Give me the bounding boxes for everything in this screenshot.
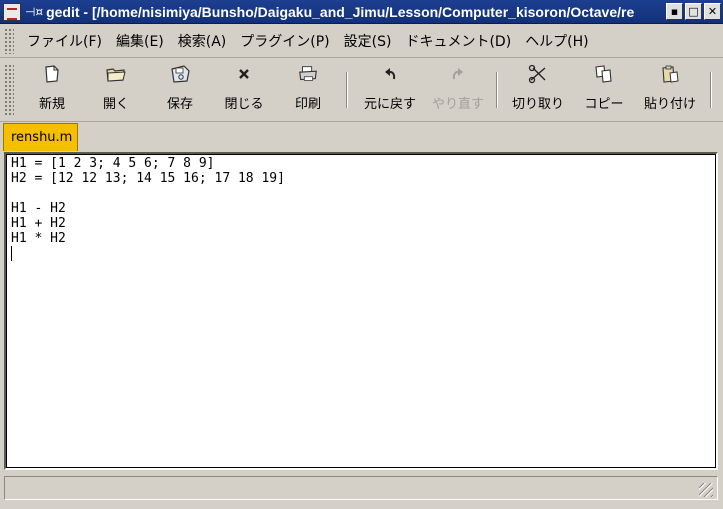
menu-plugins[interactable]: プラグイン(P) — [233, 31, 336, 51]
cut-label: 切り取り — [511, 96, 564, 112]
print-label: 印刷 — [294, 96, 321, 112]
save-label: 保存 — [166, 96, 193, 112]
toolbar-grip-handle[interactable] — [4, 63, 14, 116]
save-button[interactable]: 保存 — [148, 62, 212, 118]
toolbar-separator — [346, 71, 348, 108]
redo-label: やり直す — [431, 96, 484, 112]
copy-icon — [593, 63, 615, 85]
text-cursor — [11, 246, 12, 261]
close-label: 閉じる — [224, 96, 264, 112]
document-tab-bar: renshu.m — [0, 122, 723, 152]
maximize-button[interactable]: □ — [685, 3, 702, 20]
code-line: H1 * H2 — [11, 231, 66, 246]
cut-button[interactable]: 切り取り — [504, 62, 572, 118]
redo-button[interactable]: やり直す — [426, 62, 490, 118]
menu-help[interactable]: ヘルプ(H) — [518, 31, 595, 51]
new-button[interactable]: 新規 — [20, 62, 84, 118]
toolbar-separator — [710, 71, 712, 108]
menu-edit[interactable]: 編集(E) — [109, 31, 171, 51]
undo-button[interactable]: 元に戻す — [354, 62, 426, 118]
text-editor[interactable]: H1 = [1 2 3; 4 5 6; 7 8 9] H2 = [12 12 1… — [4, 152, 718, 470]
tab-renshu-m[interactable]: renshu.m — [3, 123, 78, 151]
toolbar: 新規 開く 保存 閉じる 印刷 元に戻す やり直す 切り取り コピー 貼り付け — [0, 58, 723, 122]
code-line: H1 = [1 2 3; 4 5 6; 7 8 9] — [11, 156, 215, 171]
menubar-grip-handle[interactable] — [4, 27, 14, 54]
save-disk-icon — [169, 63, 191, 85]
undo-label: 元に戻す — [363, 96, 416, 112]
new-label: 新規 — [38, 96, 65, 112]
redo-arrow-icon — [447, 63, 469, 85]
open-folder-icon — [105, 63, 127, 85]
scissors-icon — [527, 63, 549, 85]
menu-file[interactable]: ファイル(F) — [20, 31, 109, 51]
code-line: H1 - H2 — [11, 201, 66, 216]
copy-button[interactable]: コピー — [572, 62, 636, 118]
code-line: H2 = [12 12 13; 14 15 16; 17 18 19] — [11, 171, 285, 186]
window-title: gedit - [/home/nisimiya/Bunsho/Daigaku_a… — [46, 3, 635, 20]
menu-settings[interactable]: 設定(S) — [337, 31, 399, 51]
menu-documents[interactable]: ドキュメント(D) — [398, 31, 518, 51]
open-label: 開く — [102, 96, 129, 112]
close-x-icon — [233, 63, 255, 85]
printer-icon — [297, 63, 319, 85]
menu-bar: ファイル(F) 編集(E) 検索(A) プラグイン(P) 設定(S) ドキュメン… — [0, 24, 723, 58]
title-bar[interactable]: ⊣¤ gedit - [/home/nisimiya/Bunsho/Daigak… — [0, 0, 723, 24]
toolbar-separator — [496, 71, 498, 108]
close-window-button[interactable]: ✕ — [704, 3, 721, 20]
tab-label: renshu.m — [11, 130, 73, 145]
cursor-line — [11, 246, 711, 261]
resize-grip-handle[interactable] — [699, 483, 713, 497]
status-bar — [4, 476, 718, 500]
app-icon[interactable] — [3, 2, 21, 21]
pin-icon[interactable]: ⊣¤ — [25, 5, 43, 19]
print-button[interactable]: 印刷 — [276, 62, 340, 118]
paste-button[interactable]: 貼り付け — [636, 62, 704, 118]
menu-search[interactable]: 検索(A) — [171, 31, 234, 51]
code-line: H1 + H2 — [11, 216, 66, 231]
open-button[interactable]: 開く — [84, 62, 148, 118]
undo-arrow-icon — [379, 63, 401, 85]
close-button[interactable]: 閉じる — [212, 62, 276, 118]
editor-text-area[interactable]: H1 = [1 2 3; 4 5 6; 7 8 9] H2 = [12 12 1… — [6, 154, 716, 468]
paste-label: 貼り付け — [643, 96, 696, 112]
copy-label: コピー — [584, 96, 624, 112]
minimize-button[interactable]: ▪ — [666, 3, 683, 20]
paste-clipboard-icon — [659, 63, 681, 85]
new-document-icon — [41, 63, 63, 85]
